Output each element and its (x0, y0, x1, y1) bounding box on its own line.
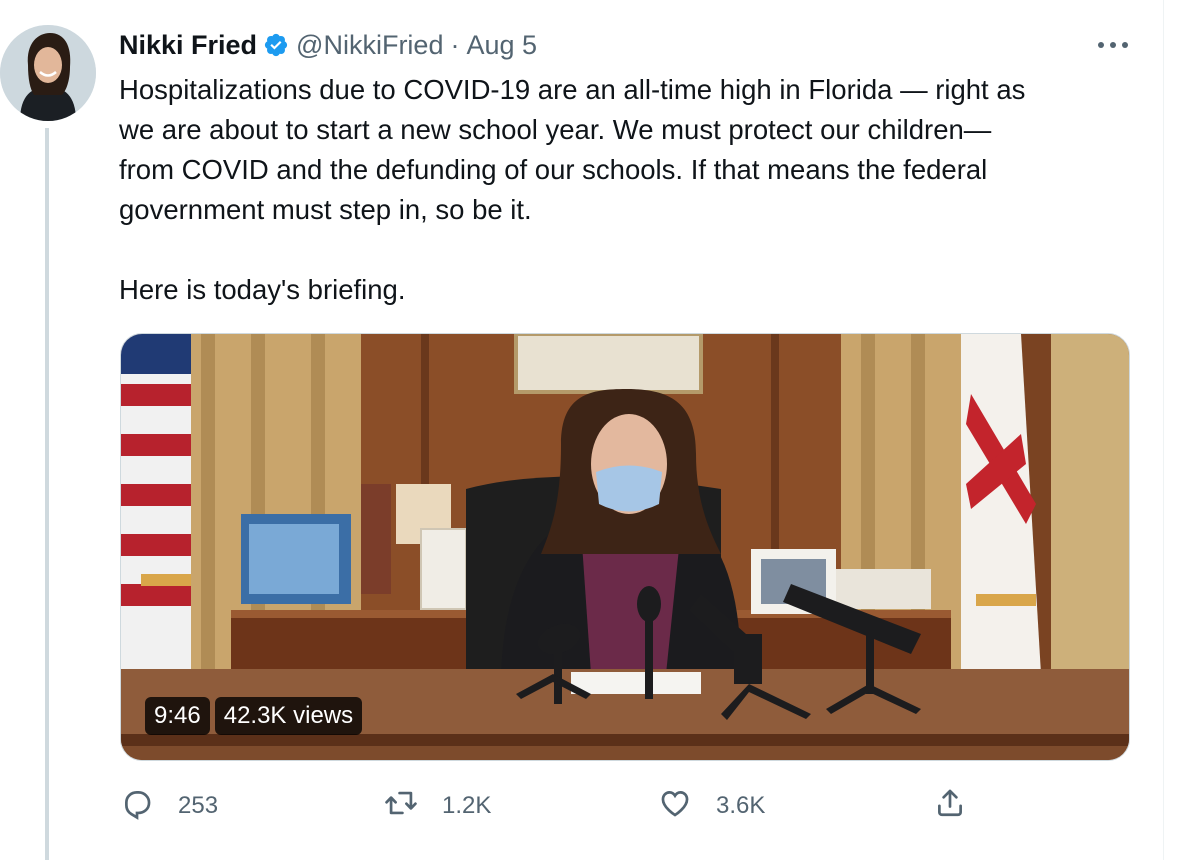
author-handle[interactable]: @NikkiFried (296, 30, 443, 61)
like-count: 3.6K (716, 792, 766, 819)
avatar[interactable] (0, 25, 96, 121)
author-name[interactable]: Nikki Fried (119, 30, 257, 61)
video-duration: 9:46 (145, 697, 210, 735)
video-overlay: 9:46 42.3K views (145, 697, 363, 737)
more-dots-icon[interactable] (1095, 30, 1131, 60)
reply-count: 253 (178, 792, 219, 819)
retweet-button[interactable]: 1.2K (384, 786, 491, 826)
tweet-text: Hospitalizations due to COVID-19 are an … (119, 74, 1026, 305)
reply-icon (120, 786, 154, 827)
reply-button[interactable]: 253 (120, 786, 218, 826)
tweet-header: Nikki Fried @NikkiFried · Aug 5 (119, 28, 537, 62)
share-icon (933, 786, 967, 827)
retweet-icon (384, 786, 418, 827)
tweet-actions: 253 1.2K 3.6K (0, 786, 1194, 826)
timeline-border (1163, 0, 1164, 860)
like-button[interactable]: 3.6K (658, 786, 765, 826)
retweet-count: 1.2K (442, 792, 492, 819)
tweet-date[interactable]: Aug 5 (466, 30, 537, 61)
heart-icon (658, 786, 692, 827)
share-button[interactable] (933, 786, 967, 826)
video-views: 42.3K views (214, 697, 363, 735)
verified-badge-icon (263, 32, 289, 58)
thread-connector-line (45, 128, 49, 860)
header-separator: · (450, 29, 460, 60)
